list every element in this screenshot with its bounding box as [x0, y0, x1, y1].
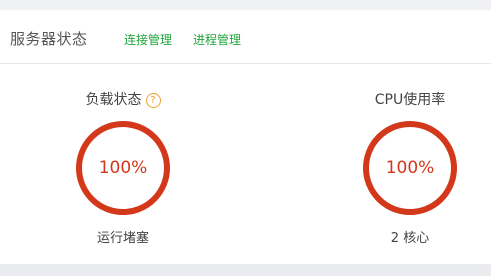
- load-status-text: 运行堵塞: [96, 231, 149, 246]
- tab-process-management[interactable]: 进程管理: [193, 31, 241, 48]
- cpu-usage-label: CPU使用率: [374, 92, 446, 108]
- cpu-usage-metric: CPU使用率 100% 2 核心: [350, 90, 470, 248]
- load-gauge[interactable]: 100%: [73, 118, 173, 218]
- load-status-label: 负载状态: [85, 92, 142, 108]
- server-status-panel: 服务器状态 连接管理 进程管理 负载状态? 100% 运行堵塞 CPU使用率 1…: [0, 10, 491, 264]
- panel-header: 服务器状态 连接管理 进程管理: [0, 10, 491, 64]
- bottom-background-strip: [0, 264, 491, 276]
- tab-connection-management[interactable]: 连接管理: [124, 31, 172, 48]
- load-gauge-value: 100%: [98, 158, 148, 178]
- cpu-cores-text: 2 核心: [390, 231, 430, 246]
- panel-title: 服务器状态: [10, 30, 88, 48]
- cpu-gauge-value: 100%: [385, 158, 435, 178]
- help-icon[interactable]: ?: [145, 93, 161, 108]
- load-status-metric: 负载状态? 100% 运行堵塞: [63, 90, 183, 248]
- top-background-strip: [0, 0, 491, 10]
- cpu-gauge[interactable]: 100%: [360, 118, 460, 218]
